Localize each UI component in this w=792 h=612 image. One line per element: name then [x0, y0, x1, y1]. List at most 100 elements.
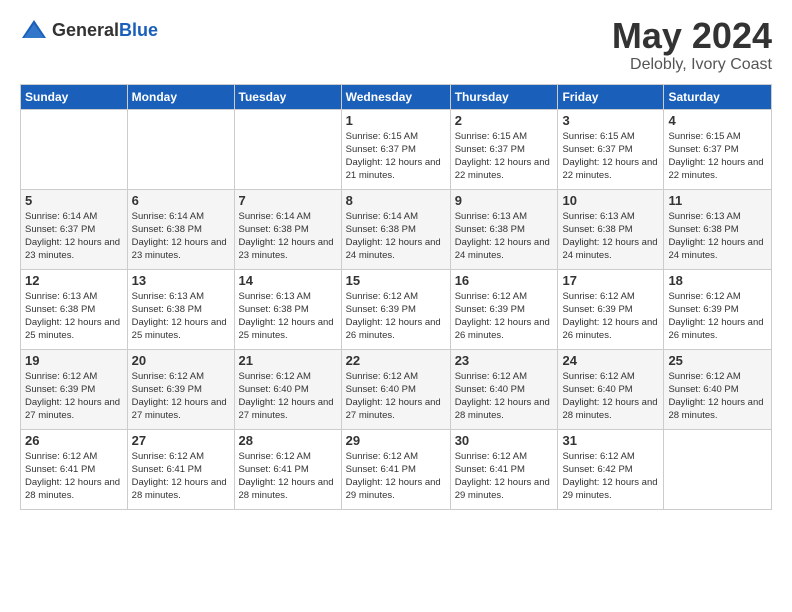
calendar-cell: 31 Sunrise: 6:12 AMSunset: 6:42 PMDayligh… [558, 429, 664, 509]
day-number: 9 [455, 193, 554, 208]
calendar-cell: 3 Sunrise: 6:15 AMSunset: 6:37 PMDaylight… [558, 109, 664, 189]
day-info: Sunrise: 6:15 AMSunset: 6:37 PMDaylight:… [562, 130, 659, 183]
calendar-cell: 30Sunrise: 6:12 AMSunset: 6:41 PMDayligh… [450, 429, 558, 509]
day-info: Sunrise: 6:15 AMSunset: 6:37 PMDaylight:… [455, 130, 554, 183]
calendar-week-4: 19 Sunrise: 6:12 AMSunset: 6:39 PMDayligh… [21, 349, 772, 429]
day-number: 18 [668, 273, 767, 288]
day-number: 25 [668, 353, 767, 368]
day-info: Sunrise: 6:13 AMSunset: 6:38 PMDaylight:… [668, 210, 767, 263]
day-info: Sunrise: 6:12 AMSunset: 6:39 PMDaylight:… [132, 370, 230, 423]
day-info: Sunrise: 6:12 AMSunset: 6:41 PMDaylight:… [132, 450, 230, 503]
day-number: 13 [132, 273, 230, 288]
day-info: Sunrise: 6:12 AMSunset: 6:41 PMDaylight:… [239, 450, 337, 503]
day-number: 3 [562, 113, 659, 128]
day-number: 23 [455, 353, 554, 368]
header-saturday: Saturday [664, 84, 772, 109]
day-info: Sunrise: 6:12 AMSunset: 6:39 PMDaylight:… [346, 290, 446, 343]
day-number: 1 [346, 113, 446, 128]
calendar-cell: 22Sunrise: 6:12 AMSunset: 6:40 PMDayligh… [341, 349, 450, 429]
header-friday: Friday [558, 84, 664, 109]
calendar-cell: 23 Sunrise: 6:12 AMSunset: 6:40 PMDayligh… [450, 349, 558, 429]
day-info: Sunrise: 6:14 AMSunset: 6:38 PMDaylight:… [239, 210, 337, 263]
calendar-cell: 25 Sunrise: 6:12 AMSunset: 6:40 PMDayligh… [664, 349, 772, 429]
calendar-location: Delobly, Ivory Coast [612, 56, 772, 74]
calendar-cell [21, 109, 128, 189]
logo-general: General [52, 20, 119, 40]
calendar-cell: 15 Sunrise: 6:12 AMSunset: 6:39 PMDayligh… [341, 269, 450, 349]
calendar-cell: 27 Sunrise: 6:12 AMSunset: 6:41 PMDayligh… [127, 429, 234, 509]
calendar-week-5: 26Sunrise: 6:12 AMSunset: 6:41 PMDayligh… [21, 429, 772, 509]
day-number: 8 [346, 193, 446, 208]
logo-icon [20, 16, 48, 44]
day-info: Sunrise: 6:13 AMSunset: 6:38 PMDaylight:… [132, 290, 230, 343]
header-wednesday: Wednesday [341, 84, 450, 109]
calendar-cell: 6 Sunrise: 6:14 AMSunset: 6:38 PMDaylight… [127, 189, 234, 269]
day-number: 27 [132, 433, 230, 448]
day-info: Sunrise: 6:15 AMSunset: 6:37 PMDaylight:… [668, 130, 767, 183]
calendar-title: May 2024 [612, 16, 772, 56]
calendar-cell: 7Sunrise: 6:14 AMSunset: 6:38 PMDaylight… [234, 189, 341, 269]
calendar-cell: 17Sunrise: 6:12 AMSunset: 6:39 PMDayligh… [558, 269, 664, 349]
day-info: Sunrise: 6:12 AMSunset: 6:42 PMDaylight:… [562, 450, 659, 503]
day-info: Sunrise: 6:14 AMSunset: 6:38 PMDaylight:… [132, 210, 230, 263]
header-thursday: Thursday [450, 84, 558, 109]
day-info: Sunrise: 6:13 AMSunset: 6:38 PMDaylight:… [239, 290, 337, 343]
calendar-cell: 4 Sunrise: 6:15 AMSunset: 6:37 PMDaylight… [664, 109, 772, 189]
calendar-cell: 28 Sunrise: 6:12 AMSunset: 6:41 PMDayligh… [234, 429, 341, 509]
calendar-cell: 10Sunrise: 6:13 AMSunset: 6:38 PMDayligh… [558, 189, 664, 269]
day-number: 16 [455, 273, 554, 288]
day-number: 6 [132, 193, 230, 208]
logo-blue: Blue [119, 20, 158, 40]
day-info: Sunrise: 6:12 AMSunset: 6:41 PMDaylight:… [346, 450, 446, 503]
day-info: Sunrise: 6:15 AMSunset: 6:37 PMDaylight:… [346, 130, 446, 183]
day-number: 15 [346, 273, 446, 288]
day-number: 11 [668, 193, 767, 208]
calendar-cell: 29 Sunrise: 6:12 AMSunset: 6:41 PMDayligh… [341, 429, 450, 509]
calendar-cell: 8 Sunrise: 6:14 AMSunset: 6:38 PMDaylight… [341, 189, 450, 269]
calendar-cell: 9 Sunrise: 6:13 AMSunset: 6:38 PMDaylight… [450, 189, 558, 269]
header-sunday: Sunday [21, 84, 128, 109]
day-info: Sunrise: 6:12 AMSunset: 6:40 PMDaylight:… [455, 370, 554, 423]
day-number: 10 [562, 193, 659, 208]
day-info: Sunrise: 6:13 AMSunset: 6:38 PMDaylight:… [25, 290, 123, 343]
day-info: Sunrise: 6:13 AMSunset: 6:38 PMDaylight:… [455, 210, 554, 263]
day-info: Sunrise: 6:12 AMSunset: 6:39 PMDaylight:… [562, 290, 659, 343]
day-info: Sunrise: 6:12 AMSunset: 6:39 PMDaylight:… [668, 290, 767, 343]
weekday-header-row: Sunday Monday Tuesday Wednesday Thursday… [21, 84, 772, 109]
calendar-cell: 26Sunrise: 6:12 AMSunset: 6:41 PMDayligh… [21, 429, 128, 509]
day-number: 29 [346, 433, 446, 448]
calendar-week-3: 12Sunrise: 6:13 AMSunset: 6:38 PMDayligh… [21, 269, 772, 349]
calendar-cell: 11 Sunrise: 6:13 AMSunset: 6:38 PMDayligh… [664, 189, 772, 269]
title-area: May 2024 Delobly, Ivory Coast [612, 16, 772, 74]
calendar-cell: 14Sunrise: 6:13 AMSunset: 6:38 PMDayligh… [234, 269, 341, 349]
calendar-cell: 1 Sunrise: 6:15 AMSunset: 6:37 PMDaylight… [341, 109, 450, 189]
header-monday: Monday [127, 84, 234, 109]
calendar-table: Sunday Monday Tuesday Wednesday Thursday… [20, 84, 772, 510]
day-number: 22 [346, 353, 446, 368]
day-number: 2 [455, 113, 554, 128]
day-number: 5 [25, 193, 123, 208]
day-info: Sunrise: 6:12 AMSunset: 6:41 PMDaylight:… [25, 450, 123, 503]
day-number: 21 [239, 353, 337, 368]
page: GeneralBlue May 2024 Delobly, Ivory Coas… [0, 0, 792, 520]
calendar-cell [127, 109, 234, 189]
day-number: 4 [668, 113, 767, 128]
day-number: 31 [562, 433, 659, 448]
calendar-cell: 21 Sunrise: 6:12 AMSunset: 6:40 PMDayligh… [234, 349, 341, 429]
day-info: Sunrise: 6:12 AMSunset: 6:41 PMDaylight:… [455, 450, 554, 503]
calendar-cell: 5 Sunrise: 6:14 AMSunset: 6:37 PMDaylight… [21, 189, 128, 269]
calendar-week-2: 5 Sunrise: 6:14 AMSunset: 6:37 PMDaylight… [21, 189, 772, 269]
day-number: 19 [25, 353, 123, 368]
day-info: Sunrise: 6:12 AMSunset: 6:40 PMDaylight:… [668, 370, 767, 423]
day-info: Sunrise: 6:12 AMSunset: 6:40 PMDaylight:… [239, 370, 337, 423]
day-info: Sunrise: 6:12 AMSunset: 6:39 PMDaylight:… [455, 290, 554, 343]
day-info: Sunrise: 6:14 AMSunset: 6:37 PMDaylight:… [25, 210, 123, 263]
day-number: 28 [239, 433, 337, 448]
logo: GeneralBlue [20, 16, 158, 44]
day-info: Sunrise: 6:12 AMSunset: 6:40 PMDaylight:… [562, 370, 659, 423]
calendar-cell: 24Sunrise: 6:12 AMSunset: 6:40 PMDayligh… [558, 349, 664, 429]
calendar-cell: 12Sunrise: 6:13 AMSunset: 6:38 PMDayligh… [21, 269, 128, 349]
day-info: Sunrise: 6:14 AMSunset: 6:38 PMDaylight:… [346, 210, 446, 263]
day-info: Sunrise: 6:12 AMSunset: 6:39 PMDaylight:… [25, 370, 123, 423]
calendar-cell: 2 Sunrise: 6:15 AMSunset: 6:37 PMDaylight… [450, 109, 558, 189]
